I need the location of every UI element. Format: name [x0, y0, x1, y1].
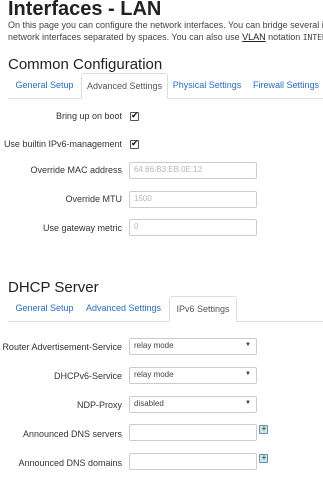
- dns-domains-label: Announced DNS domains: [18, 458, 122, 468]
- tab-dhcp-ipv6-settings[interactable]: IPv6 Settings: [169, 296, 237, 322]
- tab-dhcp-advanced-settings[interactable]: Advanced Settings: [81, 297, 166, 320]
- check-icon: ✔: [131, 138, 139, 148]
- dhcp-tabs: General Setup Advanced Settings IPv6 Set…: [8, 296, 323, 322]
- ipv6-management-label: Use builtin IPv6-management: [3, 139, 122, 149]
- chevron-down-icon: ▼: [245, 400, 251, 406]
- tab-general-setup[interactable]: General Setup: [8, 74, 81, 97]
- vlan-link[interactable]: VLAN: [242, 32, 266, 42]
- chevron-down-icon: ▼: [245, 371, 251, 377]
- ipv6-management-checkbox[interactable]: ✔: [130, 138, 139, 149]
- dhcp-server-title: DHCP Server: [8, 279, 99, 296]
- tab-physical-settings[interactable]: Physical Settings: [169, 74, 245, 97]
- bring-up-on-boot-label: Bring up on boot: [55, 111, 122, 121]
- tab-firewall-settings[interactable]: Firewall Settings: [249, 74, 323, 97]
- intro-text: network interfaces separated by spaces. …: [8, 32, 243, 42]
- dns-servers-input[interactable]: [129, 424, 257, 441]
- intro-line-2: network interfaces separated by spaces. …: [8, 31, 323, 44]
- intro-line-1: On this page you can configure the netwo…: [8, 20, 323, 30]
- add-dns-server-icon[interactable]: [259, 423, 268, 435]
- dns-servers-label: Announced DNS servers: [22, 429, 122, 439]
- chevron-down-icon: ▼: [245, 342, 251, 348]
- page-title: Interfaces - LAN: [8, 0, 162, 20]
- ra-service-value: relay mode: [134, 341, 174, 350]
- common-config-title: Common Configuration: [8, 56, 163, 73]
- ndp-proxy-label: NDP-Proxy: [76, 400, 122, 410]
- tab-advanced-settings[interactable]: Advanced Settings: [81, 73, 168, 99]
- ndp-proxy-value: disabled: [134, 399, 164, 408]
- add-dns-domain-icon[interactable]: [259, 452, 268, 464]
- bring-up-on-boot-checkbox[interactable]: ✔: [130, 110, 139, 121]
- override-mtu-input[interactable]: 1500: [129, 191, 257, 208]
- gateway-metric-label: Use gateway metric: [42, 223, 122, 233]
- ra-service-label: Router Advertisement-Service: [2, 342, 122, 352]
- dhcpv6-value: relay mode: [134, 370, 174, 379]
- tab-dhcp-general-setup[interactable]: General Setup: [8, 297, 81, 320]
- dhcpv6-select[interactable]: relay mode ▼: [129, 367, 257, 384]
- gateway-metric-input[interactable]: 0: [129, 219, 257, 236]
- override-mac-input[interactable]: 64:66:B3:EB:0E:12: [129, 162, 257, 179]
- override-mtu-label: Override MTU: [65, 194, 122, 204]
- ra-service-select[interactable]: relay mode ▼: [129, 338, 257, 355]
- check-icon: ✔: [131, 110, 139, 120]
- override-mac-placeholder: 64:66:B3:EB:0E:12: [134, 165, 203, 174]
- interface-vlan-code: INTERFACE.VLA: [302, 33, 323, 42]
- ndp-proxy-select[interactable]: disabled ▼: [129, 396, 257, 413]
- override-mtu-placeholder: 1500: [134, 194, 152, 203]
- gateway-metric-placeholder: 0: [134, 222, 139, 231]
- intro-notation-text: notation: [265, 32, 303, 42]
- dns-domains-input[interactable]: [129, 453, 257, 470]
- page-intro: On this page you can configure the netwo…: [8, 19, 323, 44]
- dhcpv6-label: DHCPv6-Service: [53, 371, 122, 381]
- override-mac-label: Override MAC address: [30, 165, 122, 175]
- common-config-tabs: General Setup Advanced Settings Physical…: [8, 73, 323, 99]
